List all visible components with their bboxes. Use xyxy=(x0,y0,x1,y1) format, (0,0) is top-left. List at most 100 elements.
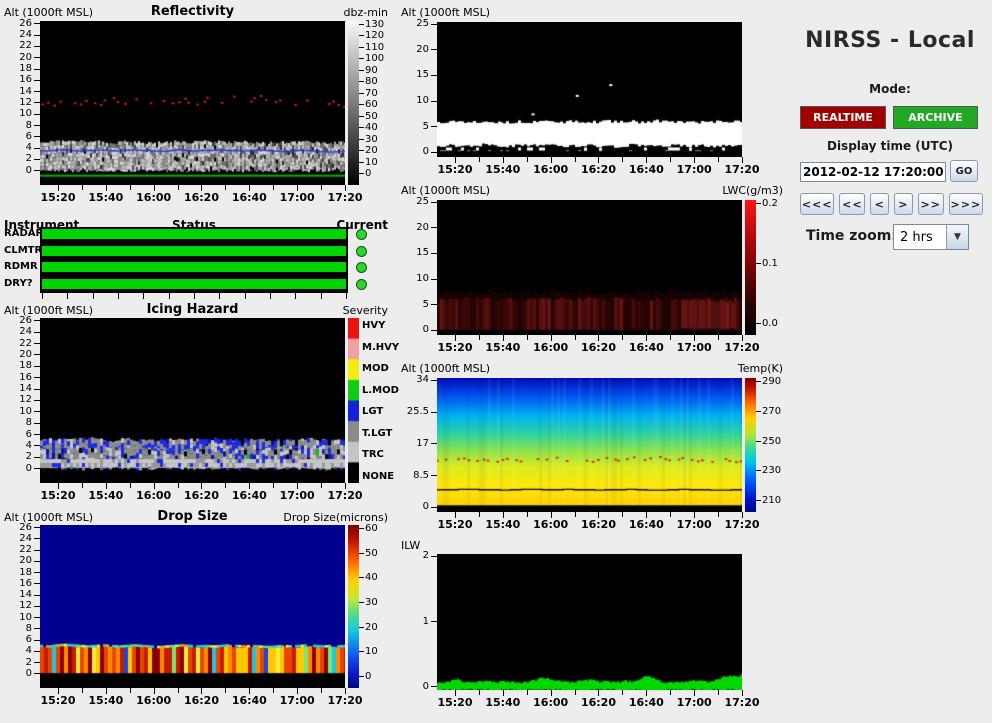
tick-mark xyxy=(431,278,437,280)
x-tick-label: 17:00 xyxy=(676,163,712,176)
tick-mark xyxy=(34,158,40,160)
y-tick-label: 4 xyxy=(25,645,32,657)
colorbar-tick-label: 0.0 xyxy=(762,318,778,329)
time-zoom-select[interactable]: 2 hrs ▼ xyxy=(893,224,969,250)
x-tick-label: 16:20 xyxy=(183,489,219,502)
status-tick xyxy=(346,293,347,299)
tick-mark xyxy=(225,688,227,693)
tick-mark xyxy=(34,434,40,436)
tick-mark xyxy=(34,320,40,322)
y-tick-label: 4 xyxy=(25,439,32,451)
x-tick-label: 15:20 xyxy=(437,696,473,709)
colorbar-label: Temp(K) xyxy=(737,362,783,375)
tick-mark xyxy=(756,263,761,264)
x-tick-label: 16:20 xyxy=(183,191,219,204)
tick-mark xyxy=(359,46,364,48)
status-tick xyxy=(219,293,221,299)
tick-mark xyxy=(431,49,437,51)
status-tick xyxy=(295,293,297,299)
tick-mark xyxy=(34,113,40,115)
y-tick-label: 15 xyxy=(416,247,429,259)
colorbar-tick-label: 40 xyxy=(365,122,378,134)
y-tick-label: 14 xyxy=(19,589,32,601)
y-tick-label: 12 xyxy=(19,394,32,406)
tick-mark xyxy=(574,335,576,340)
y-tick-label: 16 xyxy=(19,371,32,383)
status-light xyxy=(356,279,367,290)
x-tick-label: 15:20 xyxy=(40,489,76,502)
y-tick-label: 22 xyxy=(19,544,32,556)
y-tick-label: 2 xyxy=(25,656,32,668)
y-tick-label: 25.5 xyxy=(406,406,429,417)
alt-axis-label: Alt (1000ft MSL) xyxy=(401,362,491,375)
tick-mark xyxy=(34,673,40,675)
tick-mark xyxy=(756,381,761,382)
tick-mark xyxy=(34,538,40,540)
step-back-button[interactable]: << xyxy=(839,193,866,215)
tick-mark xyxy=(359,58,364,60)
realtime-button[interactable]: REALTIME xyxy=(800,106,886,129)
colorbar-tick-label: 0.2 xyxy=(762,198,778,209)
status-bar xyxy=(42,229,346,239)
x-tick-label: 16:00 xyxy=(136,694,172,707)
tick-mark xyxy=(574,690,576,695)
tick-mark xyxy=(34,572,40,574)
y-tick-label: 6 xyxy=(25,428,32,440)
status-tick xyxy=(143,293,145,299)
tick-mark xyxy=(321,688,323,693)
step-forward-small-button[interactable]: > xyxy=(894,193,913,215)
tick-mark xyxy=(81,185,83,190)
y-tick-label: 10 xyxy=(416,95,429,107)
step-forward-fast-button[interactable]: >>> xyxy=(948,193,984,215)
archive-button[interactable]: ARCHIVE xyxy=(893,106,978,129)
status-bar xyxy=(42,262,346,272)
status-tick xyxy=(67,293,69,299)
tick-mark xyxy=(431,100,437,102)
x-tick-label: 16:00 xyxy=(533,341,569,354)
tick-mark xyxy=(34,79,40,81)
colorbar-tick-label: 90 xyxy=(365,64,378,76)
tick-mark xyxy=(34,422,40,424)
x-tick-label: 15:40 xyxy=(485,341,521,354)
x-tick-label: 15:20 xyxy=(437,163,473,176)
go-button[interactable]: GO xyxy=(950,160,978,182)
step-back-fast-button[interactable]: <<< xyxy=(800,193,835,215)
x-tick-label: 16:40 xyxy=(628,696,664,709)
colorbar-tick-label: 210 xyxy=(762,495,782,506)
colorbar-tick-label: 0 xyxy=(365,671,372,682)
tick-mark xyxy=(34,650,40,652)
y-tick-label: 1 xyxy=(422,615,429,627)
y-tick-label: 20 xyxy=(19,555,32,567)
tick-mark xyxy=(756,323,761,324)
tick-mark xyxy=(359,104,364,106)
colorbar-tick-label: 10 xyxy=(365,646,378,658)
ilw-plot xyxy=(437,554,742,690)
tick-mark xyxy=(622,157,624,162)
y-tick-label: 2 xyxy=(25,153,32,165)
x-tick-label: 15:20 xyxy=(437,341,473,354)
x-tick-label: 17:20 xyxy=(724,163,760,176)
step-back-small-button[interactable]: < xyxy=(870,193,890,215)
display-time-input[interactable] xyxy=(800,162,946,182)
tick-mark xyxy=(34,45,40,47)
tick-mark xyxy=(34,527,40,529)
tick-mark xyxy=(273,483,275,488)
tick-mark xyxy=(622,335,624,340)
severity-label: MOD xyxy=(362,363,389,375)
x-tick-label: 16:20 xyxy=(580,518,616,531)
tick-mark xyxy=(359,150,364,152)
tick-mark xyxy=(718,157,720,162)
tick-mark xyxy=(34,468,40,470)
x-tick-label: 15:40 xyxy=(485,163,521,176)
y-tick-label: 22 xyxy=(19,40,32,52)
y-tick-label: 20 xyxy=(19,348,32,360)
x-tick-label: 17:20 xyxy=(327,191,363,204)
step-forward-button[interactable]: >> xyxy=(917,193,944,215)
status-tick xyxy=(320,293,322,299)
lwc-plot xyxy=(437,200,742,335)
status-tick xyxy=(194,293,195,299)
y-tick-label: 14 xyxy=(19,85,32,97)
tick-mark xyxy=(359,127,364,129)
x-tick-label: 15:20 xyxy=(40,694,76,707)
tick-mark xyxy=(34,57,40,59)
